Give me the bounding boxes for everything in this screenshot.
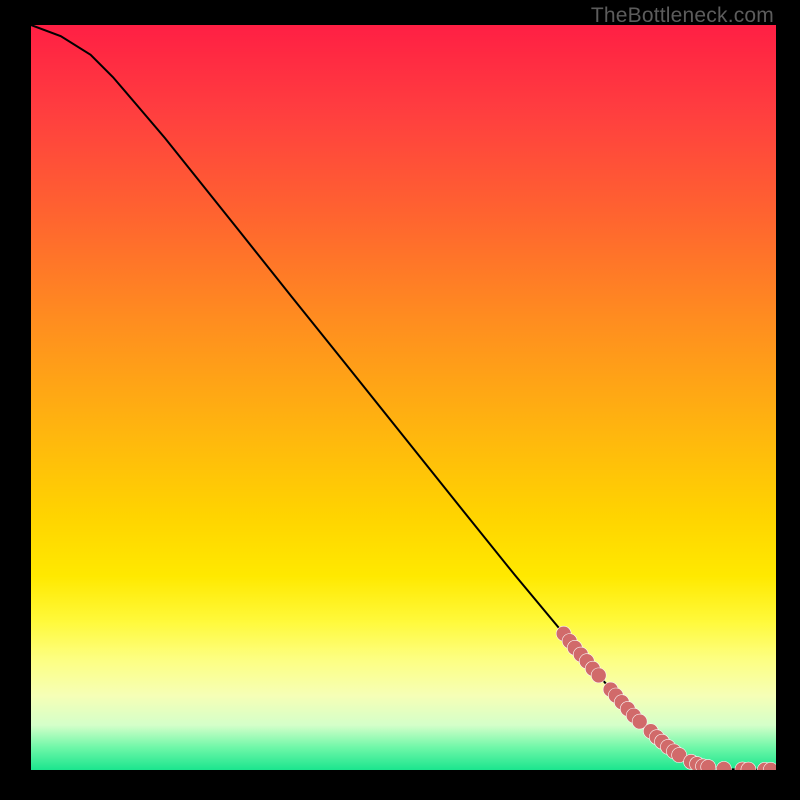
plot-area — [31, 25, 776, 770]
watermark-text: TheBottleneck.com — [591, 4, 774, 28]
chart-frame: TheBottleneck.com — [0, 0, 800, 800]
data-marker — [591, 668, 606, 683]
bottleneck-curve — [31, 25, 776, 770]
data-markers-group — [556, 626, 776, 770]
chart-svg — [31, 25, 776, 770]
data-marker — [716, 761, 731, 770]
